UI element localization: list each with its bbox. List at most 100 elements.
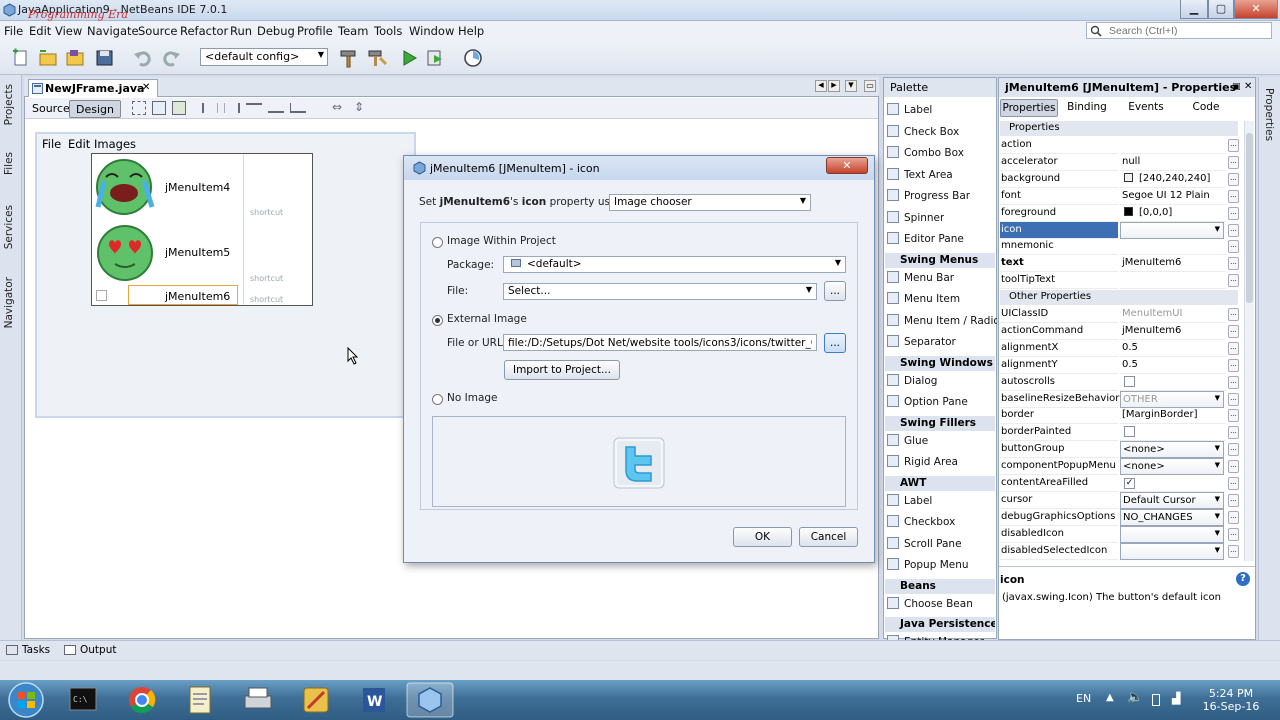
new-project-button[interactable] xyxy=(37,48,59,68)
config-select[interactable]: <default config> ▼ xyxy=(200,48,328,66)
clean-build-button[interactable] xyxy=(366,48,388,68)
preview-design-icon[interactable] xyxy=(172,101,186,115)
align-right-icon[interactable] xyxy=(224,103,240,113)
prop-name-borderPainted[interactable]: borderPainted xyxy=(1000,424,1118,442)
palette-item-progress-bar[interactable]: Progress Bar xyxy=(887,189,970,202)
palette-item-popup-menu[interactable]: Popup Menu xyxy=(887,558,969,571)
align-top-icon[interactable] xyxy=(268,103,284,113)
palette-item-text-area[interactable]: Text Area xyxy=(887,167,953,181)
maximize-panel-icon[interactable]: ▭ xyxy=(864,80,876,92)
prop-value-alignmentX[interactable]: 0.5 xyxy=(1120,340,1226,357)
language-indicator[interactable]: EN xyxy=(1076,692,1091,705)
prop-value-accelerator[interactable]: null xyxy=(1120,154,1226,171)
palette-item-menu-item-radiobutton[interactable]: Menu Item / RadioButton xyxy=(887,313,997,327)
tab-projects[interactable]: Projects xyxy=(3,84,15,125)
prop-value-background[interactable]: [240,240,240] xyxy=(1120,171,1226,188)
prop-edit-button-icon[interactable]: ... xyxy=(1228,223,1239,237)
prop-edit-button-baselineResizeBehavior[interactable]: ... xyxy=(1228,392,1239,406)
prop-value-UIClassID[interactable]: MenuItemUI xyxy=(1120,306,1226,323)
redo-button[interactable] xyxy=(160,48,182,68)
radio-external-image[interactable] xyxy=(432,315,443,326)
form-menu-file[interactable]: File xyxy=(42,137,61,151)
palette-item-spinner[interactable]: Spinner xyxy=(887,210,944,224)
dialog-close-button[interactable]: ✕ xyxy=(826,157,868,174)
palette-item-glue[interactable]: Glue xyxy=(887,433,928,447)
prop-name-background[interactable]: background xyxy=(1000,171,1118,188)
prop-name-disabledIcon[interactable]: disabledIcon xyxy=(1000,526,1118,543)
help-icon[interactable]: ? xyxy=(1236,572,1250,586)
palette-category-awt[interactable]: AWT xyxy=(885,475,995,491)
prop-name-border[interactable]: border xyxy=(1000,407,1118,425)
prop-value-icon[interactable]: ▼ xyxy=(1120,221,1224,239)
prop-edit-button-debugGraphicsOptions[interactable]: ... xyxy=(1228,510,1239,524)
editor-tab-newjframe[interactable]: NewJFrame.java ✕ xyxy=(28,79,158,97)
category-properties[interactable]: Properties xyxy=(1000,121,1238,136)
menu-item-6-label[interactable]: jMenuItem6 xyxy=(165,290,230,303)
close-panel-icon[interactable]: ✕ xyxy=(1244,81,1252,92)
open-project-button[interactable] xyxy=(65,48,87,68)
prop-edit-button-text[interactable]: ... xyxy=(1228,257,1239,271)
prop-name-foreground[interactable]: foreground xyxy=(1000,205,1118,222)
prop-value-buttonGroup[interactable]: ▼ <none> xyxy=(1120,441,1224,459)
prop-value-text[interactable]: jMenuItem6 xyxy=(1120,255,1226,273)
palette-category-swing-menus[interactable]: Swing Menus xyxy=(885,252,995,268)
menu-edit[interactable]: Edit xyxy=(29,24,51,38)
palette-category-beans[interactable]: Beans xyxy=(885,578,995,594)
package-select[interactable]: <default> ▼ xyxy=(503,256,846,273)
scroll-right-icon[interactable]: ▶ xyxy=(828,80,840,92)
align-left-icon[interactable] xyxy=(202,103,218,113)
prop-value-font[interactable]: Segoe UI 12 Plain xyxy=(1120,188,1226,205)
prop-name-accelerator[interactable]: accelerator xyxy=(1000,154,1118,171)
undo-button[interactable] xyxy=(132,48,154,68)
resize-vertical-icon[interactable]: ⇕ xyxy=(354,100,364,114)
maximize-button[interactable]: ▢ xyxy=(1208,0,1234,19)
prop-edit-button-border[interactable]: ... xyxy=(1228,409,1239,423)
prop-edit-button-buttonGroup[interactable]: ... xyxy=(1228,443,1239,457)
browse-url-button[interactable]: ... xyxy=(824,333,846,353)
url-input[interactable] xyxy=(503,334,817,351)
prop-name-UIClassID[interactable]: UIClassID xyxy=(1000,306,1118,323)
palette-item-label[interactable]: Label xyxy=(887,103,932,116)
tab-navigator[interactable]: Navigator xyxy=(3,277,15,328)
prop-edit-button-mnemonic[interactable]: ... xyxy=(1228,240,1239,254)
prop-name-icon[interactable]: icon xyxy=(1000,221,1118,239)
tasks-tab[interactable]: Tasks xyxy=(22,644,50,656)
prop-checkbox[interactable]: ✓ xyxy=(1124,478,1135,489)
right-tab-properties[interactable]: Properties xyxy=(1263,88,1275,141)
prop-checkbox[interactable] xyxy=(1124,375,1135,387)
palette-item-scroll-pane[interactable]: Scroll Pane xyxy=(887,536,962,550)
design-toggle[interactable]: Design xyxy=(69,100,121,118)
ok-button[interactable]: OK xyxy=(733,527,792,547)
prop-checkbox[interactable] xyxy=(1124,426,1135,438)
printer-task-icon[interactable] xyxy=(232,682,284,718)
menu-item-5-label[interactable]: jMenuItem5 xyxy=(165,246,230,259)
menu-tools[interactable]: Tools xyxy=(374,24,402,38)
chrome-task-icon[interactable] xyxy=(116,682,168,718)
prop-edit-button-alignmentY[interactable]: ... xyxy=(1228,358,1239,372)
tab-files[interactable]: Files xyxy=(3,152,15,175)
radio-image-within-project[interactable] xyxy=(432,237,443,248)
build-button[interactable] xyxy=(338,48,360,68)
palette-item-combo-box[interactable]: Combo Box xyxy=(887,146,964,159)
prop-name-font[interactable]: font xyxy=(1000,188,1118,205)
align-center-icon[interactable] xyxy=(246,103,262,113)
tab-properties[interactable]: Properties xyxy=(1000,99,1058,117)
debug-button[interactable] xyxy=(425,48,447,68)
form-menu-edit[interactable]: Edit xyxy=(68,137,90,151)
volume-icon[interactable]: 🔈 xyxy=(1127,690,1143,705)
palette-category-swing-windows[interactable]: Swing Windows xyxy=(885,355,995,371)
run-button[interactable] xyxy=(398,48,420,68)
prop-edit-button-accelerator[interactable]: ... xyxy=(1228,155,1239,169)
prop-name-actionCommand[interactable]: actionCommand xyxy=(1000,323,1118,340)
prop-value-baselineResizeBehavior[interactable]: ▼ OTHER xyxy=(1120,390,1224,408)
minimize-panel-icon[interactable]: ▣ xyxy=(1232,82,1241,92)
prop-name-disabledSelectedIcon[interactable]: disabledSelectedIcon xyxy=(1000,543,1118,560)
prop-name-text[interactable]: text xyxy=(1000,255,1118,273)
prop-edit-button-actionCommand[interactable]: ... xyxy=(1228,324,1239,338)
prop-name-buttonGroup[interactable]: buttonGroup xyxy=(1000,441,1118,459)
tab-binding[interactable]: Binding xyxy=(1060,99,1114,117)
profile-button[interactable] xyxy=(463,48,485,68)
notepad-task-icon[interactable] xyxy=(174,682,226,718)
prop-edit-button-disabledSelectedIcon[interactable]: ... xyxy=(1228,544,1239,558)
prop-value-mnemonic[interactable] xyxy=(1120,238,1226,256)
